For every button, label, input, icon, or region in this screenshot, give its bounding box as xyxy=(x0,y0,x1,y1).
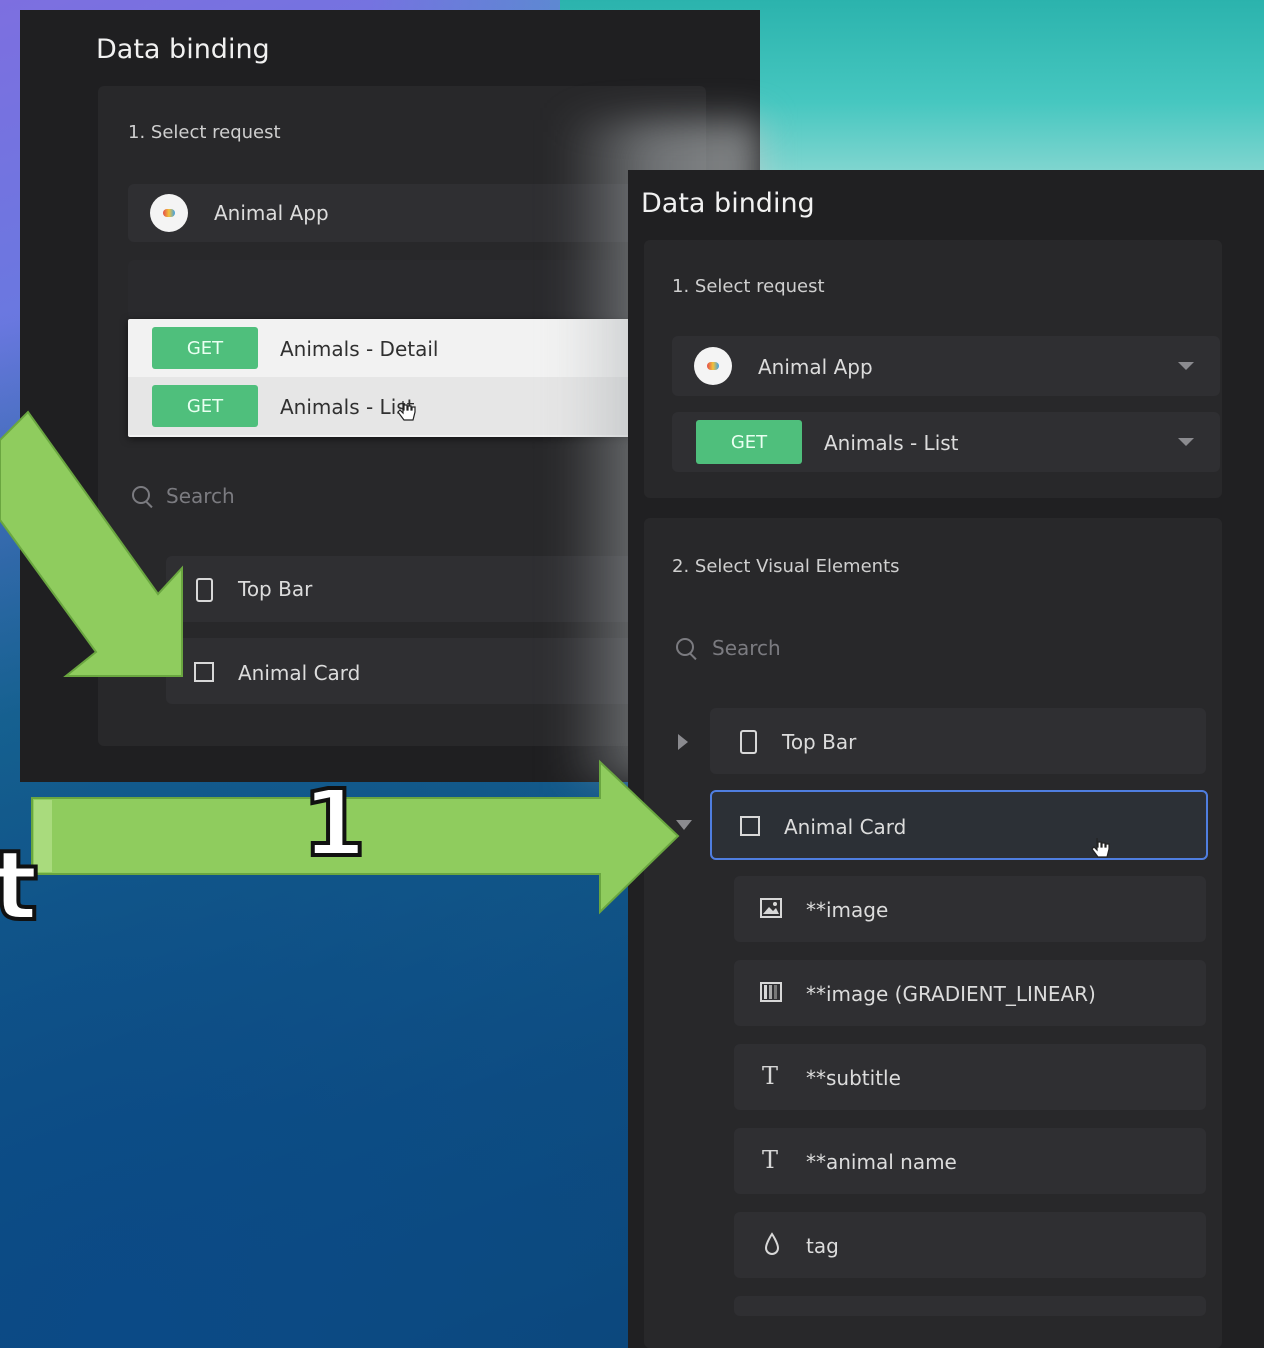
step-number-label: 1 xyxy=(300,770,368,877)
edge-letter: t xyxy=(0,830,40,942)
diagonal-arrow xyxy=(0,410,183,677)
annotation-layer xyxy=(0,410,680,915)
